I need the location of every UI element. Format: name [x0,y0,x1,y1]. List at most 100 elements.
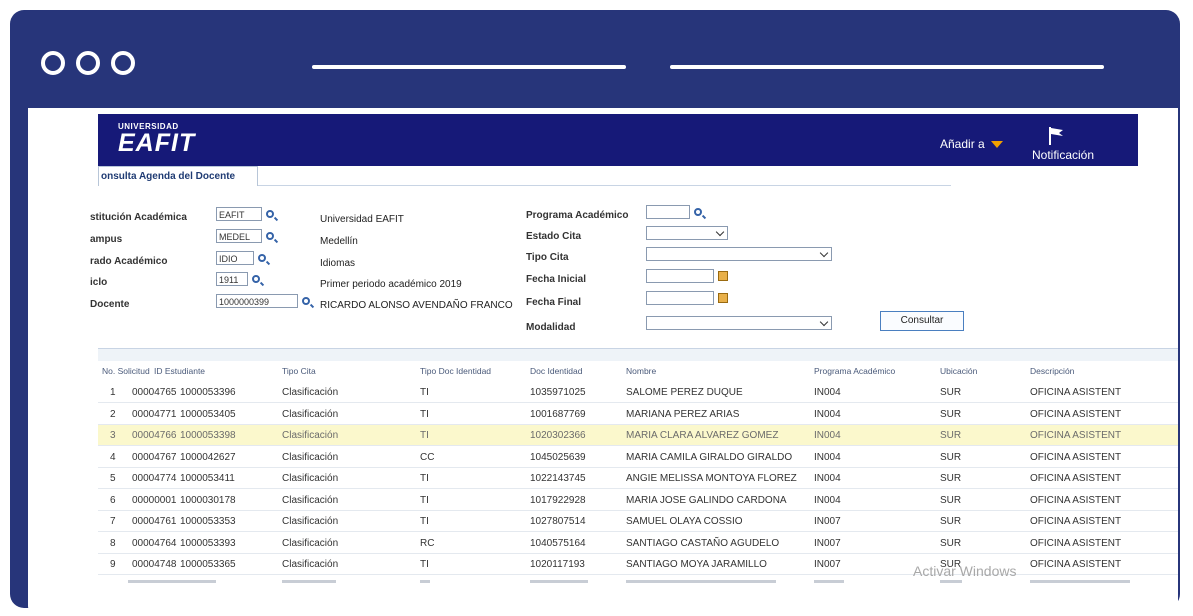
modalidad-select[interactable] [646,316,832,330]
id-estudiante-cell: 1000030178 [180,494,236,506]
table-row[interactable]: 6 00000001 1000030178 Clasificación TI 101792… [98,490,1178,511]
descripcion-cell: OFICINA ASISTENT [1030,451,1122,463]
tipo-cita-cell: Clasificación [282,516,339,527]
doc-identidad-cell: 1020302366 [530,430,586,441]
tipo-select[interactable] [646,247,832,261]
table-row[interactable]: 2 00004771 1000053405 Clasificación TI 100168… [98,404,1178,425]
descripcion-cell: OFICINA ASISTENT [1030,494,1122,506]
fecha-inicial-input[interactable] [646,269,714,283]
ubicacion-cell: SUR [940,408,962,420]
ciclo-desc: Primer periodo académico 2019 [320,279,462,290]
table-row[interactable]: 1 00004765 1000053396 Clasificación TI 103597… [98,382,1178,403]
tipo-cita-cell: Clasificación [282,473,339,484]
doc-identidad-cell: 1020117193 [530,559,585,570]
docente-search-icon[interactable] [302,297,310,305]
doc-identidad-cell: 1001687769 [530,408,586,420]
row-number: 1 [110,387,116,398]
chevron-down-icon [715,227,725,237]
descripcion-cell: OFICINA ASISTENT [1030,408,1122,420]
consultar-button[interactable]: Consultar [880,311,964,331]
row-number: 5 [110,473,116,484]
table-row[interactable]: 3 00004766 1000053398 Clasificación TI 102030… [98,425,1178,446]
calendar-icon[interactable] [718,271,728,281]
tipo-doc-cell: TI [420,473,429,484]
col-header: Ubicación [940,366,978,376]
app-header: UNIVERSIDAD EAFIT Añadir a Notificación [98,114,1138,166]
fecha-final-input[interactable] [646,291,714,305]
solicitud-cell: 00004748 [132,559,177,570]
nombre-cell: SANTIAGO CASTAÑO AGUDELO [626,537,780,549]
chevron-down-icon [819,248,829,258]
row-number: 2 [110,408,116,420]
grado-search-icon[interactable] [258,254,266,262]
tab-divider [258,185,951,186]
descripcion-cell: OFICINA ASISTENT [1030,387,1122,398]
logo-eafit: EAFIT [118,129,196,157]
tipo-cita-cell: Clasificación [282,408,339,420]
programa-cell: IN004 [814,408,841,420]
programa-cell: IN004 [814,494,841,506]
campus-label: ampus [90,234,123,245]
doc-identidad-cell: 1040575164 [530,537,586,549]
col-header: Nombre [626,366,657,376]
nombre-cell: SANTIAGO MOYA JARAMILLO [626,559,767,570]
id-estudiante-cell: 1000053365 [180,559,236,570]
tipo-doc-cell: TI [420,387,429,398]
tipo-cita-cell: Clasificación [282,537,339,549]
ciclo-search-icon[interactable] [252,275,260,283]
programa-search-icon[interactable] [694,208,702,216]
tipo-cita-cell: Clasificación [282,559,339,570]
descripcion-cell: OFICINA ASISTENT [1030,473,1122,484]
tipo-doc-cell: TI [420,494,429,506]
table-toolbar [98,348,1178,361]
descripcion-cell: OFICINA ASISTENT [1030,516,1122,527]
page-content: UNIVERSIDAD EAFIT Añadir a Notificación … [28,108,1178,614]
col-header: No. Solicitud [102,366,150,376]
table-row[interactable]: 8 00004764 1000053393 Clasificación RC 104057… [98,533,1178,554]
nombre-cell: MARIA CLARA ALVAREZ GOMEZ [626,430,779,441]
estado-select[interactable] [646,226,728,240]
id-estudiante-cell: 1000053405 [180,408,236,420]
row-number: 7 [110,516,116,527]
campus-search-icon[interactable] [266,232,274,240]
tipo-doc-cell: TI [420,559,429,570]
window-dot-1 [41,51,65,75]
solicitud-cell: 00004766 [132,430,177,441]
address-bar-placeholder-2 [670,65,1104,69]
solicitud-cell: 00004771 [132,408,177,420]
programa-cell: IN004 [814,451,841,463]
institucion-search-icon[interactable] [266,210,274,218]
row-number: 4 [110,451,116,463]
ciclo-input[interactable]: 1911 [216,272,248,286]
docente-label: Docente [90,299,130,310]
institucion-input[interactable]: EAFIT [216,207,262,221]
table-row[interactable]: 4 00004767 1000042627 Clasificación CC 104502… [98,447,1178,468]
col-header: Tipo Doc Identidad [420,366,492,376]
programa-cell: IN007 [814,516,841,527]
programa-input[interactable] [646,205,690,219]
ubicacion-cell: SUR [940,537,962,549]
docente-input[interactable]: 1000000399 [216,294,298,308]
id-estudiante-cell: 1000053353 [180,516,236,527]
notifications-label[interactable]: Notificación [1032,148,1094,162]
table-row[interactable]: 7 00004761 1000053353 Clasificación TI 102780… [98,511,1178,532]
calendar-icon[interactable] [718,293,728,303]
campus-input[interactable]: MEDEL [216,229,262,243]
solicitud-cell: 00004765 [132,387,177,398]
solicitud-cell: 00004764 [132,537,177,549]
table-row[interactable]: 5 00004774 1000053411 Clasificación TI 102214… [98,468,1178,489]
row-number: 3 [110,430,116,441]
docente-desc: RICARDO ALONSO AVENDAÑO FRANCO [320,300,513,311]
programa-cell: IN004 [814,387,841,398]
fecha-final-label: Fecha Final [526,297,582,308]
flag-icon[interactable] [1048,126,1066,146]
institucion-label: stitución Académica [90,212,187,223]
grado-desc: Idiomas [320,258,356,269]
ubicacion-cell: SUR [940,387,962,398]
tab-consulta-agenda[interactable]: onsulta Agenda del Docente [98,166,258,186]
col-header: ID Estudiante [154,366,206,376]
institucion-desc: Universidad EAFIT [320,214,404,225]
grado-input[interactable]: IDIO [216,251,254,265]
doc-identidad-cell: 1027807514 [530,516,586,527]
add-to-menu[interactable]: Añadir a [940,137,1003,151]
